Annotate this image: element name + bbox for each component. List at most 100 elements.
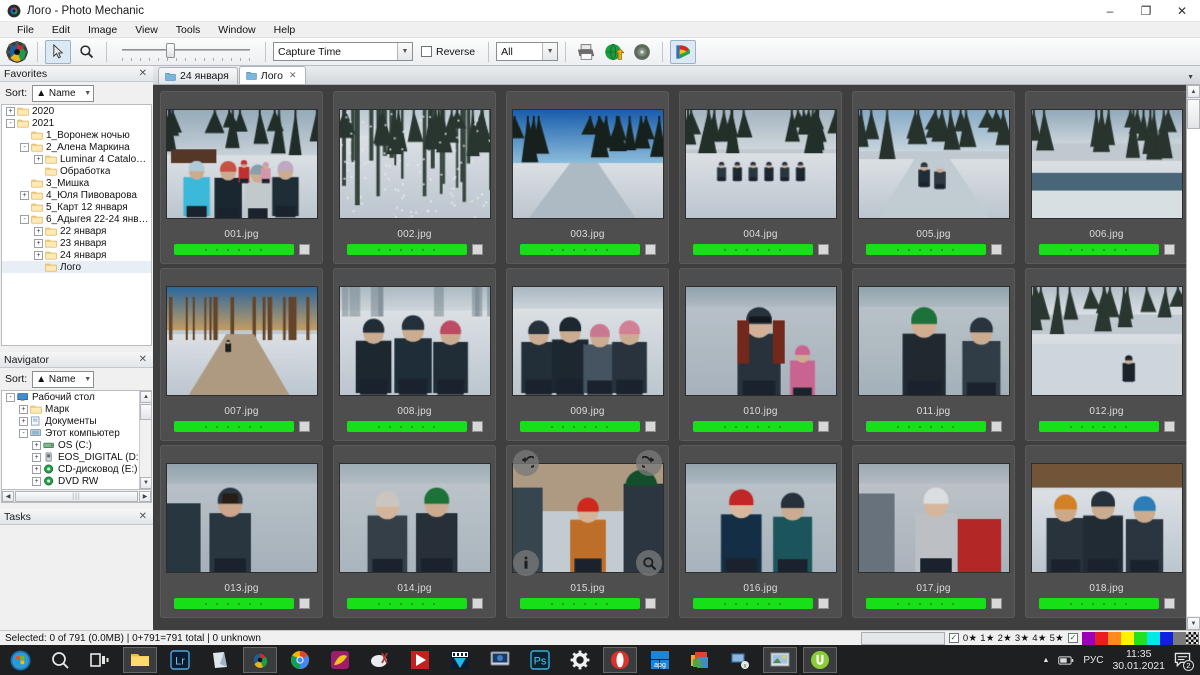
thumbnail-image[interactable]	[511, 286, 664, 396]
navigator-tree[interactable]: - Рабочий стол + Марк + Документы - Этот компью…	[1, 390, 152, 490]
color-classes-button[interactable]	[670, 39, 697, 64]
color-class-swatches[interactable]	[1082, 631, 1199, 645]
taskbar-notes[interactable]	[200, 645, 240, 675]
maximize-button[interactable]: ❐	[1128, 0, 1164, 22]
hscrollbar-thumb[interactable]: |||	[15, 490, 138, 502]
favorites-tree-item[interactable]: +22 января	[2, 225, 151, 237]
print-button[interactable]	[573, 40, 599, 64]
taskbar-utorrent[interactable]	[800, 645, 840, 675]
info-button[interactable]	[513, 550, 539, 576]
rating-bar[interactable]	[173, 598, 294, 609]
taskbar-file-explorer[interactable]	[120, 645, 160, 675]
taskbar-lightroom[interactable]: Lr	[160, 645, 200, 675]
battery-icon[interactable]	[1058, 655, 1074, 666]
navigator-tree-item[interactable]: + CD-дисковод (E:) HIS	[2, 463, 151, 475]
tree-expander-icon[interactable]: +	[34, 250, 43, 260]
thumbnail-frame[interactable]: 002.jpg	[333, 91, 496, 264]
taskbar-media-player[interactable]	[400, 645, 440, 675]
tree-expander-icon[interactable]: +	[19, 416, 28, 426]
favorites-tree-item[interactable]: Лого	[2, 261, 151, 273]
favorites-tree-item[interactable]: 3_Мишка	[2, 177, 151, 189]
sort-mode-select[interactable]: Capture Time ▼	[273, 42, 413, 61]
taskbar-search[interactable]	[40, 645, 80, 675]
navigator-tree-item[interactable]: + DVD RW	[2, 475, 151, 487]
slider-handle[interactable]	[166, 42, 175, 58]
tab-24 января[interactable]: 24 января	[158, 67, 238, 84]
thumbnail-frame[interactable]: 011.jpg	[852, 268, 1015, 441]
taskbar-clock[interactable]: 11:35 30.01.2021	[1112, 648, 1165, 672]
rating-bar[interactable]	[865, 598, 986, 609]
thumbnail-cell[interactable]: 002.jpg	[328, 87, 501, 264]
thumbnail-cell[interactable]: 008.jpg	[328, 264, 501, 441]
thumbnail-checkbox[interactable]	[990, 421, 1002, 432]
favorites-tree-item[interactable]: 1_Воронеж ночью	[2, 129, 151, 141]
taskbar-paint-net[interactable]	[320, 645, 360, 675]
tree-expander-icon[interactable]: -	[20, 142, 29, 152]
thumbnail-cell[interactable]: 006.jpg	[1020, 87, 1186, 264]
tree-expander-icon[interactable]: +	[34, 226, 43, 236]
thumbnail-image[interactable]	[165, 109, 318, 219]
tree-expander-icon[interactable]: +	[32, 452, 41, 462]
scroll-down-icon[interactable]: ▼	[140, 477, 151, 489]
thumbnail-checkbox[interactable]	[817, 598, 829, 609]
thumbnail-checkbox[interactable]	[644, 421, 656, 432]
scrollbar-track[interactable]	[1187, 99, 1200, 616]
thumbnail-cell[interactable]: 001.jpg	[155, 87, 328, 264]
minimize-button[interactable]: –	[1092, 0, 1128, 22]
navigator-tree-item[interactable]: - Рабочий стол	[2, 391, 151, 403]
thumbnail-cell[interactable]: 004.jpg	[674, 87, 847, 264]
settings-button[interactable]	[4, 40, 30, 64]
menu-file[interactable]: File	[8, 22, 43, 38]
menu-view[interactable]: View	[126, 22, 167, 38]
thumbnail-frame[interactable]: 010.jpg	[679, 268, 842, 441]
rotate-left-button[interactable]	[513, 450, 539, 476]
filter-select[interactable]: All ▼	[496, 42, 559, 61]
favorites-tree-item[interactable]: +2020	[2, 105, 151, 117]
thumbnail-checkbox[interactable]	[990, 598, 1002, 609]
rotate-right-button[interactable]	[636, 450, 662, 476]
thumbnail-frame[interactable]: 013.jpg	[160, 445, 323, 618]
thumbnail-checkbox[interactable]	[471, 598, 483, 609]
thumbnail-frame[interactable]: 018.jpg	[1025, 445, 1186, 618]
thumbnail-frame[interactable]: 001.jpg	[160, 91, 323, 264]
scroll-left-icon[interactable]: ◀	[2, 490, 14, 502]
taskbar-snipping-tool[interactable]	[360, 645, 400, 675]
thumbnail-cell[interactable]: 009.jpg	[501, 264, 674, 441]
favorites-tree-item[interactable]: +23 января	[2, 237, 151, 249]
thumbnail-image[interactable]	[1030, 463, 1183, 573]
close-icon[interactable]: ✕	[137, 511, 149, 522]
thumbnail-grid-area[interactable]: 001.jpg 002.jpg 003.jpg 004.jpg 005.jpg 006.j…	[153, 85, 1186, 630]
pointer-tool-button[interactable]	[45, 39, 71, 64]
tree-expander-icon[interactable]: +	[32, 440, 41, 450]
thumbnail-image[interactable]	[338, 463, 491, 573]
thumbnail-checkbox[interactable]	[298, 244, 310, 255]
favorites-sort-select[interactable]: ▲ Name ▼	[32, 84, 95, 102]
scroll-up-icon[interactable]: ▲	[1187, 85, 1200, 98]
tree-expander-icon[interactable]: -	[20, 214, 29, 224]
tree-expander-icon[interactable]: +	[32, 464, 41, 474]
reverse-sort-option[interactable]: Reverse	[421, 46, 475, 58]
color-class-swatch[interactable]	[1186, 631, 1199, 645]
thumbnail-image[interactable]	[857, 286, 1010, 396]
thumbnail-image[interactable]	[165, 286, 318, 396]
rating-bar[interactable]	[346, 598, 467, 609]
rating-bar[interactable]	[692, 421, 813, 432]
scroll-up-icon[interactable]: ▲	[140, 391, 151, 403]
thumbnail-image[interactable]	[511, 109, 664, 219]
color-class-swatch[interactable]	[1082, 631, 1095, 645]
favorites-tree-item[interactable]: - 6_Адыгея 22-24 января	[2, 213, 151, 225]
tree-expander-icon[interactable]: +	[6, 106, 15, 116]
rating-bar[interactable]	[865, 244, 986, 255]
tab-Лого[interactable]: Лого ✕	[238, 66, 306, 84]
thumbnail-frame[interactable]: 009.jpg	[506, 268, 669, 441]
thumbnail-checkbox[interactable]	[471, 421, 483, 432]
tree-expander-icon[interactable]: +	[34, 154, 43, 164]
color-class-swatch[interactable]	[1134, 631, 1147, 645]
rating-bar[interactable]	[519, 598, 640, 609]
rating-bar[interactable]	[1038, 244, 1159, 255]
thumbnail-image[interactable]	[1030, 286, 1183, 396]
tree-expander-icon[interactable]: -	[6, 118, 15, 128]
color-class-swatch[interactable]	[1147, 631, 1160, 645]
thumbnail-checkbox[interactable]	[817, 421, 829, 432]
scrollbar-thumb[interactable]	[140, 404, 151, 420]
